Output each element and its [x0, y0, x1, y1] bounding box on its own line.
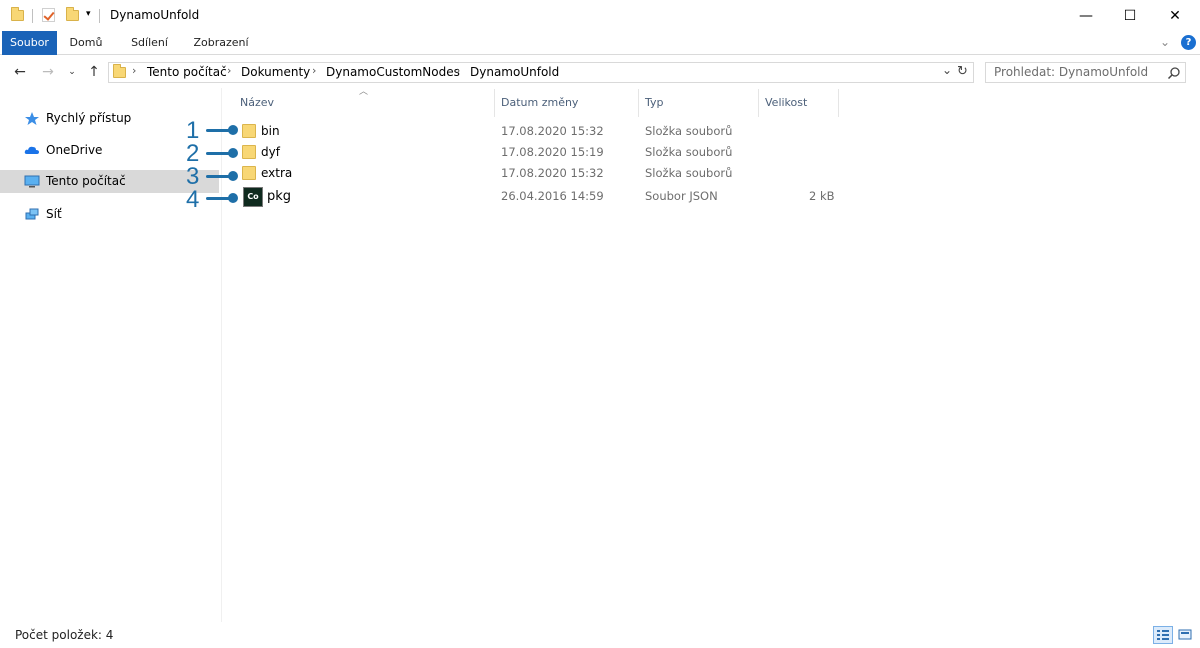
file-date: 17.08.2020 15:32: [501, 124, 604, 138]
file-date: 17.08.2020 15:19: [501, 145, 604, 159]
column-header-size[interactable]: Velikost: [765, 96, 807, 109]
callout-dot: [228, 125, 238, 135]
file-row-bin[interactable]: bin 17.08.2020 15:32 Složka souborů: [236, 121, 836, 142]
sidebar-item-label: OneDrive: [46, 143, 103, 157]
callout-dot: [228, 171, 238, 181]
file-row-extra[interactable]: extra 17.08.2020 15:32 Složka souborů: [236, 163, 836, 184]
search-box[interactable]: Prohledat: DynamoUnfold: [985, 62, 1186, 83]
divider: [99, 9, 100, 23]
chevron-right-icon[interactable]: ›: [132, 64, 136, 77]
breadcrumb-dynamo-custom-nodes[interactable]: DynamoCustomNodes: [326, 65, 460, 79]
computer-icon: [24, 175, 40, 188]
file-type: Soubor JSON: [645, 189, 718, 203]
column-header-name[interactable]: Název: [240, 96, 274, 109]
window-title: DynamoUnfold: [110, 8, 200, 22]
pane-splitter[interactable]: [221, 88, 222, 622]
json-file-icon: Co: [243, 187, 263, 207]
details-view-button[interactable]: [1153, 626, 1173, 644]
title-bar: ▾ DynamoUnfold — ☐ ✕: [0, 0, 1200, 31]
large-icons-view-button[interactable]: [1176, 626, 1196, 644]
network-icon: [25, 208, 39, 220]
location-folder-icon: [113, 64, 126, 78]
file-row-dyf[interactable]: dyf 17.08.2020 15:19 Složka souborů: [236, 142, 836, 163]
callout-dot: [228, 193, 238, 203]
column-header-date[interactable]: Datum změny: [501, 96, 578, 109]
file-date: 17.08.2020 15:32: [501, 166, 604, 180]
sort-ascending-icon: ︿: [359, 87, 369, 97]
status-item-count: Počet položek: 4: [15, 628, 114, 642]
folder-icon: [242, 145, 256, 159]
file-name: extra: [261, 166, 293, 180]
refresh-icon[interactable]: ↻: [957, 64, 968, 79]
chevron-right-icon[interactable]: ›: [456, 64, 460, 77]
address-bar[interactable]: › Tento počítač › Dokumenty › DynamoCust…: [108, 62, 974, 83]
file-type: Složka souborů: [645, 166, 733, 180]
ribbon-tabs: Soubor Domů Sdílení Zobrazení ⌄ ?: [0, 31, 1200, 55]
file-type: Složka souborů: [645, 145, 733, 159]
column-divider[interactable]: [838, 89, 839, 117]
callout-number: 4: [186, 186, 200, 213]
breadcrumb-documents[interactable]: Dokumenty: [241, 65, 310, 79]
recent-locations-icon[interactable]: ⌄: [62, 62, 82, 82]
column-divider[interactable]: [494, 89, 495, 117]
folder-icon: [242, 166, 256, 180]
chevron-right-icon[interactable]: ›: [227, 64, 231, 77]
new-folder-icon[interactable]: [66, 7, 79, 21]
close-button[interactable]: ✕: [1152, 0, 1198, 31]
star-icon: [25, 112, 39, 125]
tab-home[interactable]: Domů: [62, 31, 110, 55]
tab-share[interactable]: Sdílení: [122, 31, 177, 55]
file-name: bin: [261, 124, 280, 138]
breadcrumb-this-pc[interactable]: Tento počítač: [147, 65, 227, 79]
properties-icon[interactable]: [42, 8, 55, 22]
tab-file[interactable]: Soubor: [2, 31, 57, 55]
folder-icon: [242, 124, 256, 138]
file-date: 26.04.2016 14:59: [501, 189, 604, 203]
sidebar-item-label: Rychlý přístup: [46, 111, 132, 125]
cloud-icon: [24, 146, 39, 154]
details-view-icon: [1157, 630, 1169, 640]
expand-ribbon-icon[interactable]: ⌄: [1160, 35, 1170, 49]
column-header-type[interactable]: Typ: [645, 96, 664, 109]
address-dropdown-icon[interactable]: ⌄: [942, 63, 952, 77]
large-icons-view-icon: [1178, 629, 1192, 640]
forward-arrow-icon[interactable]: →: [38, 62, 58, 82]
divider: [32, 9, 33, 23]
file-size: 2 kB: [809, 189, 835, 203]
back-arrow-icon[interactable]: ←: [10, 62, 30, 82]
file-row-pkg[interactable]: pkg 26.04.2016 14:59 Soubor JSON 2 kB: [236, 186, 836, 207]
sidebar-item-label: Síť: [46, 207, 62, 221]
search-icon[interactable]: [1167, 66, 1181, 80]
chevron-right-icon[interactable]: ›: [312, 64, 316, 77]
search-placeholder[interactable]: Prohledat: DynamoUnfold: [994, 65, 1148, 79]
sidebar-item-label: Tento počítač: [46, 174, 126, 188]
up-arrow-icon[interactable]: ↑: [84, 62, 104, 82]
customize-toolbar-icon[interactable]: ▾: [86, 9, 91, 19]
callout-dot: [228, 148, 238, 158]
tab-view[interactable]: Zobrazení: [188, 31, 254, 55]
breadcrumb-dynamo-unfold[interactable]: DynamoUnfold: [470, 65, 559, 79]
minimize-button[interactable]: —: [1063, 0, 1109, 31]
folder-icon: [11, 7, 24, 21]
column-divider[interactable]: [638, 89, 639, 117]
maximize-button[interactable]: ☐: [1107, 0, 1153, 31]
file-name: pkg: [267, 189, 292, 204]
file-name: dyf: [261, 145, 280, 159]
column-divider[interactable]: [758, 89, 759, 117]
file-type: Složka souborů: [645, 124, 733, 138]
help-icon[interactable]: ?: [1181, 35, 1196, 50]
